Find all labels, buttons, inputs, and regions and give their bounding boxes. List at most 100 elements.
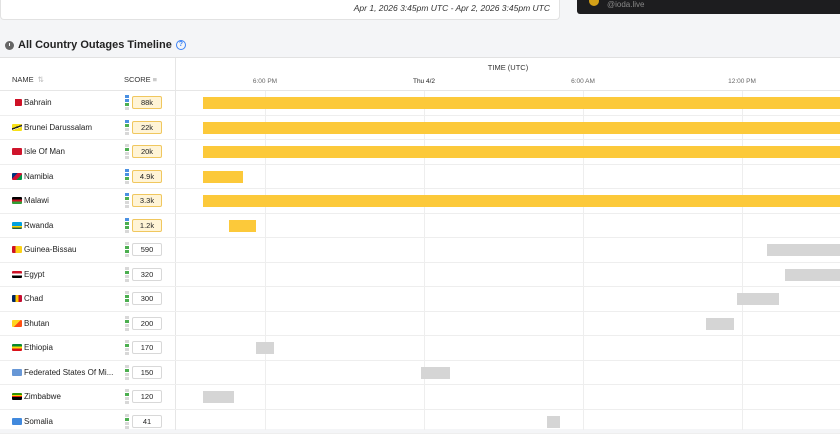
date-range-card: Apr 1, 2026 3:45pm UTC - Apr 2, 2026 3:4…	[0, 0, 560, 20]
table-row[interactable]: Chad300	[0, 287, 840, 312]
table-row[interactable]: Brunei Darussalam 22k	[0, 116, 840, 141]
score-badge: 320	[132, 268, 162, 281]
country-label: Federated States Of Mi...	[24, 368, 113, 377]
country-label: Bhutan	[24, 319, 49, 328]
country-name[interactable]: Chad	[12, 294, 43, 303]
outage-bar[interactable]	[229, 220, 256, 232]
score-indicator	[125, 340, 129, 355]
score-badge: 150	[132, 366, 162, 379]
country-label: Ethiopia	[24, 343, 53, 352]
table-row[interactable]: Guinea-Bissau 590	[0, 238, 840, 263]
country-name[interactable]: Guinea-Bissau	[12, 245, 76, 254]
country-name[interactable]: Malawi	[12, 196, 49, 205]
flag-icon	[12, 295, 22, 302]
score-badge: 41	[132, 415, 162, 428]
time-tick: 6:00 PM	[253, 78, 277, 85]
outage-bar[interactable]	[706, 318, 734, 330]
time-tick: Thu 4/2	[413, 78, 435, 85]
table-row[interactable]: Malawi 3.3k	[0, 189, 840, 214]
score-indicator	[125, 169, 129, 184]
outage-bar[interactable]	[203, 122, 840, 134]
table-row[interactable]: Rwanda 1.2k	[0, 214, 840, 239]
timeline-header: TIME (UTC) 6:00 PM Thu 4/2 6:00 AM 12:00…	[176, 58, 840, 91]
table-row[interactable]: Namibia 4.9k	[0, 165, 840, 190]
outage-bar[interactable]	[256, 342, 274, 354]
score-indicator	[125, 389, 129, 404]
social-card[interactable]: @ioda.live	[577, 0, 840, 14]
country-label: Egypt	[24, 270, 44, 279]
country-label: Isle Of Man	[24, 147, 65, 156]
time-tick: 6:00 AM	[571, 78, 595, 85]
outage-bar[interactable]	[785, 269, 840, 281]
outage-bar[interactable]	[203, 171, 243, 183]
country-name[interactable]: Somalia	[12, 417, 53, 426]
score-indicator	[125, 144, 129, 159]
outage-bar[interactable]	[203, 391, 234, 403]
column-header-score[interactable]: SCORE≡	[124, 75, 157, 84]
country-label: Malawi	[24, 196, 49, 205]
outage-bar[interactable]	[203, 195, 840, 207]
section-header: All Country Outages Timeline ?	[5, 38, 186, 52]
country-name[interactable]: Bhutan	[12, 319, 49, 328]
table-row[interactable]: Egypt 320	[0, 263, 840, 288]
country-name[interactable]: Isle Of Man	[12, 147, 65, 156]
country-name[interactable]: Bahrain	[12, 98, 52, 107]
country-name[interactable]: Rwanda	[12, 221, 53, 230]
score-badge: 3.3k	[132, 194, 162, 207]
flag-icon	[12, 124, 22, 131]
score-indicator	[125, 193, 129, 208]
top-bar: Apr 1, 2026 3:45pm UTC - Apr 2, 2026 3:4…	[0, 0, 840, 26]
country-name[interactable]: Brunei Darussalam	[12, 123, 92, 132]
sort-desc-icon[interactable]: ≡	[153, 75, 157, 84]
score-indicator	[125, 291, 129, 306]
flag-icon	[12, 418, 22, 425]
social-handle[interactable]: @ioda.live	[607, 0, 644, 9]
table-row[interactable]: Federated States Of Mi... 150	[0, 361, 840, 386]
score-badge: 4.9k	[132, 170, 162, 183]
outage-bar[interactable]	[421, 367, 450, 379]
outage-bar[interactable]	[547, 416, 560, 428]
date-range-text: Apr 1, 2026 3:45pm UTC - Apr 2, 2026 3:4…	[354, 3, 550, 13]
score-indicator	[125, 414, 129, 429]
column-header-name[interactable]: NAME⇅	[12, 75, 44, 84]
time-tick: 12:00 PM	[728, 78, 756, 85]
country-name[interactable]: Federated States Of Mi...	[12, 368, 113, 377]
score-badge: 120	[132, 390, 162, 403]
flag-icon	[12, 344, 22, 351]
outage-bar[interactable]	[737, 293, 779, 305]
country-name[interactable]: Ethiopia	[12, 343, 53, 352]
table-row[interactable]: Bhutan200	[0, 312, 840, 337]
country-label: Zimbabwe	[24, 392, 61, 401]
country-name[interactable]: Namibia	[12, 172, 53, 181]
score-badge: 170	[132, 341, 162, 354]
country-label: Namibia	[24, 172, 53, 181]
score-indicator	[125, 95, 129, 110]
score-badge: 1.2k	[132, 219, 162, 232]
timeline-title: TIME (UTC)	[176, 63, 840, 72]
outage-bar[interactable]	[203, 146, 840, 158]
country-label: Brunei Darussalam	[24, 123, 92, 132]
country-label: Somalia	[24, 417, 53, 426]
table-row[interactable]: Somalia 41	[0, 410, 840, 434]
score-badge: 20k	[132, 145, 162, 158]
flag-icon	[12, 99, 22, 106]
help-icon[interactable]: ?	[176, 40, 186, 50]
outage-bar[interactable]	[203, 97, 840, 109]
score-indicator	[125, 365, 129, 380]
table-row[interactable]: Bahrain88k	[0, 91, 840, 116]
score-badge: 590	[132, 243, 162, 256]
flag-icon	[12, 369, 22, 376]
score-badge: 22k	[132, 121, 162, 134]
table-row[interactable]: Zimbabwe 120	[0, 385, 840, 410]
country-name[interactable]: Zimbabwe	[12, 392, 61, 401]
flag-icon	[12, 320, 22, 327]
country-name[interactable]: Egypt	[12, 270, 44, 279]
table-row[interactable]: Isle Of Man 20k	[0, 140, 840, 165]
flag-icon	[12, 148, 22, 155]
table-row[interactable]: Ethiopia 170	[0, 336, 840, 361]
sort-icon[interactable]: ⇅	[38, 75, 44, 84]
country-label: Bahrain	[24, 98, 52, 107]
country-label: Guinea-Bissau	[24, 245, 76, 254]
country-label: Chad	[24, 294, 43, 303]
outage-bar[interactable]	[767, 244, 840, 256]
